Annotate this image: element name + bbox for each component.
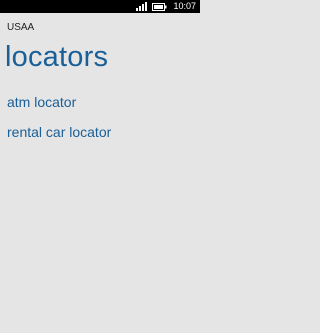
battery-icon bbox=[152, 2, 167, 11]
signal-icon bbox=[136, 2, 148, 11]
atm-locator-link[interactable]: atm locator bbox=[7, 93, 111, 111]
app-name: USAA bbox=[7, 22, 35, 33]
phone-screen: 10:07 USAA locators atm locator rental c… bbox=[0, 0, 200, 333]
page-title: locators bbox=[5, 41, 109, 73]
status-icons: 10:07 bbox=[136, 1, 196, 12]
status-time: 10:07 bbox=[173, 1, 196, 11]
status-bar: 10:07 bbox=[0, 0, 200, 13]
rental-car-locator-link[interactable]: rental car locator bbox=[7, 123, 111, 141]
locator-list: atm locator rental car locator bbox=[7, 93, 111, 153]
